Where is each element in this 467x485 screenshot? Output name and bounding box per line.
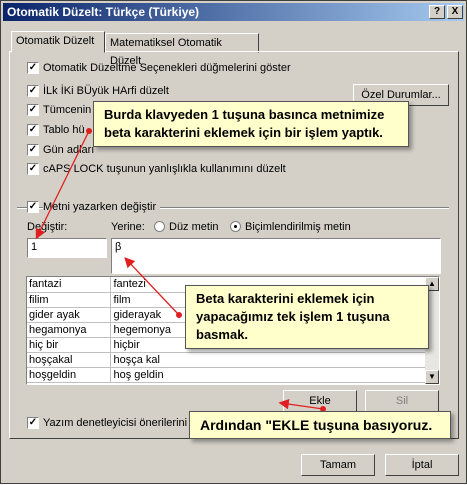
replace-label: Değiştir: xyxy=(27,221,68,233)
spellcheck-checkbox[interactable]: ✓ xyxy=(27,417,39,429)
day-names-checkbox[interactable]: ✓ xyxy=(27,144,39,156)
caps-lock-label: cAPS LOCK tuşunun yanlışlıkla kullanımın… xyxy=(43,163,286,175)
show-buttons-checkbox[interactable]: ✓ xyxy=(27,62,39,74)
formatted-text-radio[interactable] xyxy=(230,221,241,232)
delete-button[interactable]: Sil xyxy=(365,390,439,412)
show-buttons-label: Otomatik Düzeltme Seçenekleri düğmelerin… xyxy=(43,62,291,74)
spellcheck-label: Yazım denetleyicisi önerilerini o xyxy=(43,417,197,429)
replace-as-type-checkbox[interactable]: ✓ xyxy=(27,201,39,213)
title-bar: Otomatik Düzelt: Türkçe (Türkiye) xyxy=(3,3,464,21)
replace-cell: hoşgeldin xyxy=(27,367,112,383)
callout-top: Burda klavyeden 1 tuşuna basınca metnimi… xyxy=(93,101,409,147)
replace-cell: filim xyxy=(27,292,112,308)
replace-as-type-label: Metni yazarken değiştir xyxy=(43,200,161,214)
window-title: Otomatik Düzelt: Türkçe (Türkiye) xyxy=(7,5,200,19)
table-cells-label: Tablo hü xyxy=(43,124,85,136)
close-button[interactable]: X xyxy=(447,5,463,19)
day-names-label: Gün adları xyxy=(43,144,95,156)
replace-cell: fantazi xyxy=(27,277,112,293)
scroll-down-icon[interactable]: ▼ xyxy=(425,370,439,384)
sentence-first-checkbox[interactable]: ✓ xyxy=(27,104,39,116)
table-cells-checkbox[interactable]: ✓ xyxy=(27,124,39,136)
tab-math-autocorrect[interactable]: Matematiksel Otomatik Düzelt xyxy=(105,33,259,67)
plain-text-radio[interactable] xyxy=(154,221,165,232)
replace-cell: gider ayak xyxy=(27,307,112,323)
with-input[interactable]: β xyxy=(111,238,441,274)
sentence-first-label: Tümcenin xyxy=(43,104,92,116)
replace-cell: hoşçakal xyxy=(27,352,112,368)
ok-button[interactable]: Tamam xyxy=(301,454,375,476)
with-cell: hoşça kal xyxy=(110,352,427,368)
two-initials-label: İLk İKi BÜyük HArfi düzelt xyxy=(43,85,169,97)
autocorrect-dialog: Otomatik Düzelt: Türkçe (Türkiye) ? X Ot… xyxy=(0,0,467,484)
add-button[interactable]: Ekle xyxy=(283,390,357,412)
with-label: Yerine: xyxy=(111,221,145,233)
replace-cell: hegamonya xyxy=(27,322,112,338)
help-button[interactable]: ? xyxy=(429,5,445,19)
with-cell: hoş geldin xyxy=(110,367,427,383)
replace-input[interactable]: 1 xyxy=(27,238,107,258)
tab-autocorrect[interactable]: Otomatik Düzelt xyxy=(11,31,105,53)
two-initials-checkbox[interactable]: ✓ xyxy=(27,85,39,97)
callout-middle: Beta karakterini eklemek için yapacağımı… xyxy=(185,285,429,349)
replace-cell: hiç bir xyxy=(27,337,112,353)
table-row[interactable]: hoşgeldin hoş geldin xyxy=(27,367,427,383)
plain-text-label: Düz metin xyxy=(169,221,219,233)
formatted-text-label: Biçimlendirilmiş metin xyxy=(245,221,351,233)
cancel-button[interactable]: İptal xyxy=(385,454,459,476)
callout-bottom: Ardından "EKLE tuşuna basıyoruz. xyxy=(189,411,451,439)
caps-lock-checkbox[interactable]: ✓ xyxy=(27,163,39,175)
table-row[interactable]: hoşçakal hoşça kal xyxy=(27,352,427,368)
